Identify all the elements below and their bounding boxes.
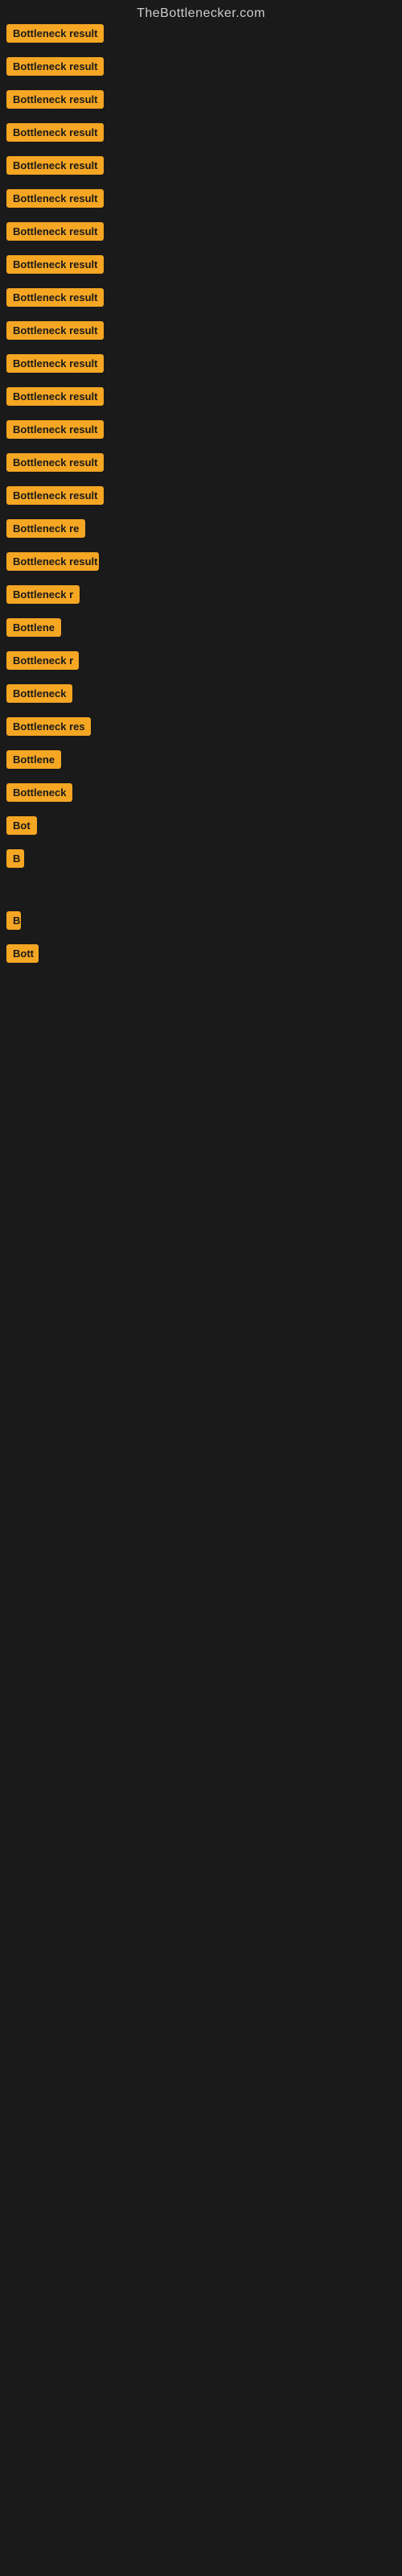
bottleneck-badge[interactable]: Bottleneck re xyxy=(6,519,85,538)
list-item[interactable]: Bottleneck result xyxy=(6,453,396,472)
bottleneck-badge[interactable]: Bottleneck result xyxy=(6,156,104,175)
list-item[interactable]: Bottleneck result xyxy=(6,321,396,340)
bottleneck-badge[interactable]: Bottleneck result xyxy=(6,354,104,373)
list-item[interactable]: Bottleneck result xyxy=(6,255,396,274)
list-item[interactable]: Bottleneck result xyxy=(6,222,396,241)
bottleneck-badge[interactable]: Bottleneck result xyxy=(6,24,104,43)
list-item[interactable]: Bottleneck result xyxy=(6,387,396,406)
list-item[interactable]: Bottleneck xyxy=(6,783,396,802)
bottleneck-badge[interactable]: Bottleneck xyxy=(6,783,72,802)
list-item[interactable]: Bottlene xyxy=(6,618,396,637)
list-item[interactable]: Bottleneck re xyxy=(6,519,396,538)
bottleneck-badge[interactable]: Bottleneck result xyxy=(6,57,104,76)
bottleneck-badge[interactable]: Bottleneck res xyxy=(6,717,91,736)
bottleneck-badge[interactable]: Bottleneck result xyxy=(6,453,104,472)
list-item[interactable]: Bottleneck result xyxy=(6,486,396,505)
bottleneck-badge[interactable]: Bottleneck result xyxy=(6,420,104,439)
bottleneck-badge[interactable]: Bottleneck result xyxy=(6,90,104,109)
list-item[interactable]: Bottleneck result xyxy=(6,189,396,208)
bottleneck-badge[interactable]: B xyxy=(6,911,21,930)
bottleneck-badge[interactable]: Bottleneck xyxy=(6,684,72,703)
bottleneck-badge[interactable]: Bottleneck r xyxy=(6,585,80,604)
bottleneck-badge[interactable]: Bottleneck result xyxy=(6,288,104,307)
list-item[interactable]: Bottlene xyxy=(6,750,396,769)
list-item[interactable]: Bottleneck result xyxy=(6,90,396,109)
bottleneck-badge[interactable]: Bottlene xyxy=(6,618,61,637)
list-item[interactable]: Bottleneck result xyxy=(6,57,396,76)
list-item[interactable]: Bottleneck r xyxy=(6,585,396,604)
bottleneck-badge[interactable]: Bot xyxy=(6,816,37,835)
bottleneck-badge[interactable]: Bottleneck result xyxy=(6,222,104,241)
list-item[interactable]: B xyxy=(6,911,396,930)
bottleneck-badge[interactable]: B xyxy=(6,849,24,868)
list-item[interactable]: Bott xyxy=(6,944,396,963)
list-item[interactable]: Bottleneck result xyxy=(6,420,396,439)
bottleneck-badge[interactable]: Bottleneck result xyxy=(6,189,104,208)
site-title: TheBottlenecker.com xyxy=(0,0,402,24)
list-item[interactable]: Bottleneck res xyxy=(6,717,396,736)
list-item[interactable]: Bottleneck xyxy=(6,684,396,703)
bottleneck-badge[interactable]: Bottlene xyxy=(6,750,61,769)
bottleneck-badge[interactable]: Bott xyxy=(6,944,39,963)
list-item[interactable]: Bottleneck result xyxy=(6,552,396,571)
list-item[interactable]: Bottleneck r xyxy=(6,651,396,670)
list-item[interactable]: Bottleneck result xyxy=(6,354,396,373)
list-item[interactable]: Bottleneck result xyxy=(6,156,396,175)
list-item[interactable]: Bottleneck result xyxy=(6,123,396,142)
bottleneck-badge[interactable]: Bottleneck result xyxy=(6,321,104,340)
bottleneck-badge[interactable]: Bottleneck result xyxy=(6,486,104,505)
bottleneck-badge[interactable]: Bottleneck result xyxy=(6,255,104,274)
list-item[interactable]: Bottleneck result xyxy=(6,288,396,307)
list-item[interactable]: Bottleneck result xyxy=(6,24,396,43)
list-item[interactable]: Bot xyxy=(6,816,396,835)
bottleneck-badge[interactable]: Bottleneck result xyxy=(6,387,104,406)
bottleneck-badge[interactable]: Bottleneck result xyxy=(6,552,99,571)
bottleneck-badge[interactable]: Bottleneck r xyxy=(6,651,79,670)
bottleneck-badge[interactable]: Bottleneck result xyxy=(6,123,104,142)
list-item[interactable]: B xyxy=(6,849,396,868)
